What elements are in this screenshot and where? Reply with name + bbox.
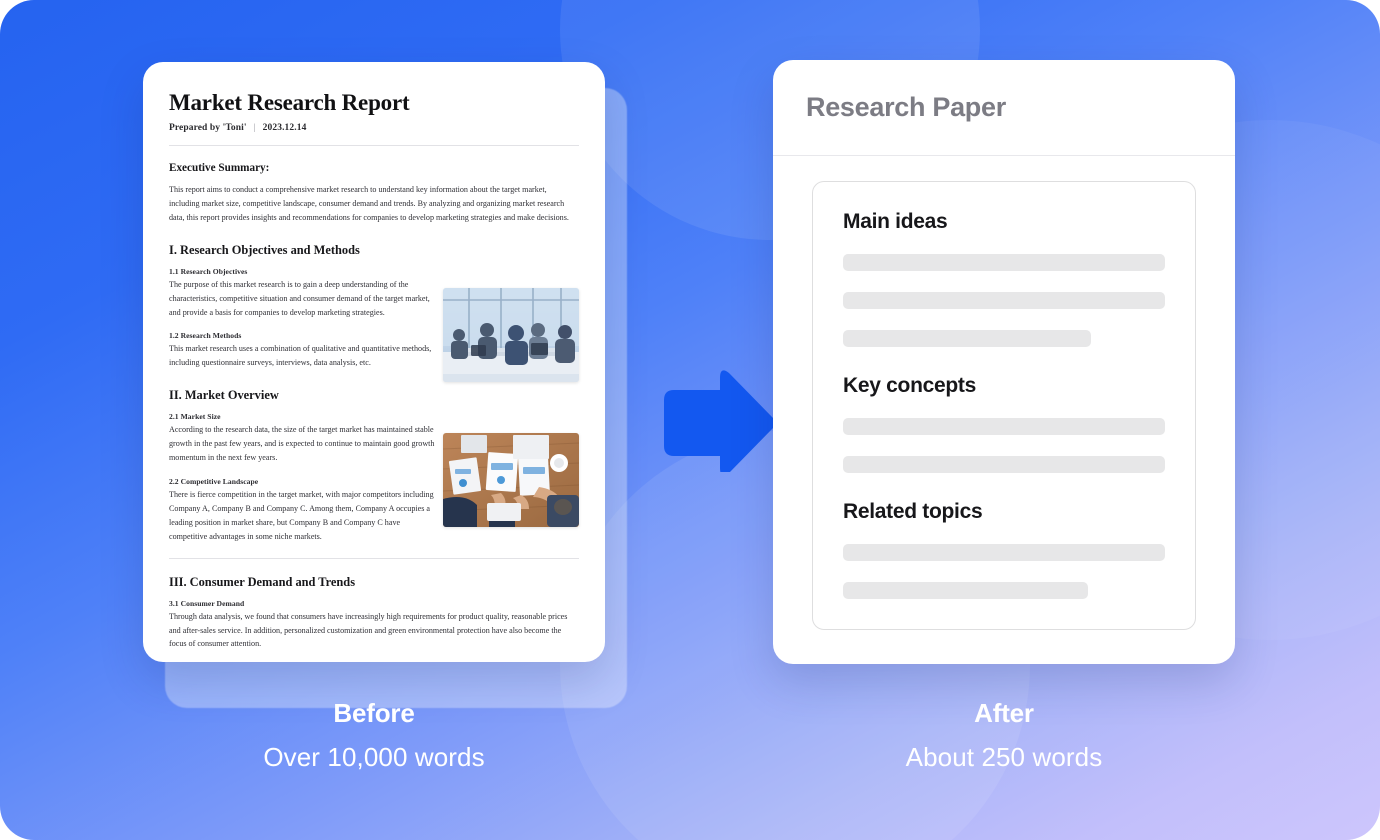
after-caption: After About 250 words (773, 698, 1235, 773)
byline-date: 2023.12.14 (262, 123, 307, 133)
group-title: Main ideas (843, 210, 948, 233)
subsection-heading: 1.1 Research Objectives (169, 266, 248, 276)
summary-group-main-ideas: Main ideas (843, 210, 1165, 347)
before-document-stack: Market Research Report Prepared by 'Toni… (143, 62, 627, 708)
document-byline: Prepared by 'Toni' | 2023.12.14 (169, 123, 579, 133)
subsection-body: There is fierce competition in the targe… (169, 489, 434, 541)
placeholder-bar (843, 418, 1165, 435)
placeholder-bar (843, 456, 1165, 473)
subsection-body: The purpose of this market research is t… (169, 279, 430, 317)
subsection-body: Through data analysis, we found that con… (169, 611, 568, 649)
placeholder-bar (843, 292, 1165, 309)
placeholder-bar (843, 254, 1165, 271)
after-label: After (974, 698, 1034, 728)
right-arrow-icon (664, 370, 776, 476)
subsection-body: This market research uses a combination … (169, 344, 432, 368)
summary-card-title: Research Paper (806, 92, 1006, 122)
section-heading: I. Research Objectives and Methods (169, 242, 360, 257)
group-title: Key concepts (843, 374, 976, 397)
placeholder-bar (843, 544, 1165, 561)
placeholder-bars (843, 418, 1165, 473)
section-body: This report aims to conduct a comprehens… (169, 185, 569, 222)
before-value: Over 10,000 words (263, 742, 485, 772)
subsection-heading: 2.1 Market Size (169, 412, 221, 422)
before-caption: Before Over 10,000 words (143, 698, 605, 773)
section-heading: Executive Summary: (169, 162, 270, 174)
group-title: Related topics (843, 500, 983, 523)
placeholder-bar (843, 582, 1088, 599)
placeholder-bar (843, 330, 1091, 347)
byline-separator: | (253, 123, 256, 133)
subsection-heading: 3.1 Consumer Demand (169, 598, 245, 608)
research-paper-summary-card[interactable]: Research Paper Main ideas Key concepts R… (773, 60, 1235, 664)
desk-charts-photo (443, 433, 579, 527)
section-heading: III. Consumer Demand and Trends (169, 574, 356, 589)
section-divider (169, 557, 579, 559)
summary-card-header: Research Paper (773, 60, 1235, 156)
summary-group-key-concepts: Key concepts (843, 374, 1165, 473)
section-consumer-demand-and-trends: III. Consumer Demand and Trends 3.1 Cons… (169, 575, 579, 652)
subsection-body: According to the research data, the size… (169, 425, 435, 463)
byline-author: Prepared by 'Toni' (169, 123, 247, 133)
section-heading: II. Market Overview (169, 388, 279, 403)
before-label: Before (333, 698, 415, 728)
market-research-report-card[interactable]: Market Research Report Prepared by 'Toni… (143, 62, 605, 662)
document-title: Market Research Report (169, 90, 410, 115)
header-divider (169, 145, 579, 146)
subsection-3-1: 3.1 Consumer Demand Through data analysi… (169, 599, 579, 652)
section-executive-summary: Executive Summary: This report aims to c… (169, 162, 579, 225)
placeholder-bars (843, 544, 1165, 599)
office-meeting-photo (443, 288, 579, 382)
placeholder-bars (843, 254, 1165, 347)
summary-group-related-topics: Related topics (843, 500, 1165, 599)
summary-content-panel: Main ideas Key concepts Related topics (812, 181, 1196, 630)
after-value: About 250 words (905, 742, 1103, 772)
comparison-graphic: Market Research Report Prepared by 'Toni… (0, 0, 1380, 840)
transformation-arrow (660, 368, 780, 476)
